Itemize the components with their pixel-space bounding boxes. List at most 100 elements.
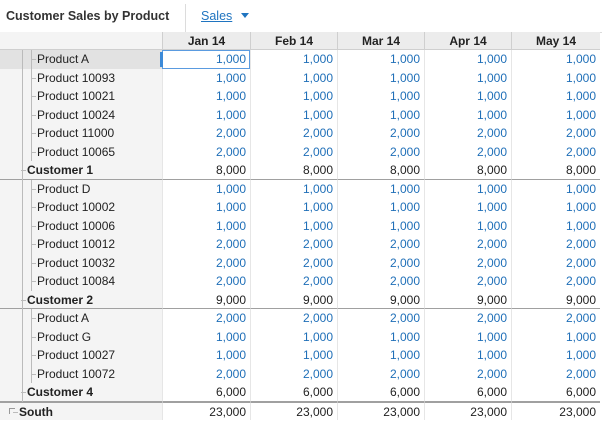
value-cell[interactable]: 1,000 bbox=[250, 87, 337, 106]
value-cell[interactable]: 2,000 bbox=[162, 235, 250, 254]
row-header[interactable]: Product 10006 bbox=[0, 216, 162, 235]
value-cell[interactable]: 2,000 bbox=[511, 309, 600, 328]
value-cell[interactable]: 2,000 bbox=[162, 272, 250, 291]
value-cell[interactable]: 1,000 bbox=[162, 198, 250, 217]
value-cell[interactable]: 1,000 bbox=[337, 105, 424, 124]
value-cell[interactable]: 2,000 bbox=[511, 235, 600, 254]
row-header[interactable]: Product 10012 bbox=[0, 235, 162, 254]
value-cell[interactable]: 1,000 bbox=[337, 179, 424, 198]
value-cell[interactable]: 2,000 bbox=[424, 124, 511, 143]
value-cell[interactable]: 2,000 bbox=[337, 253, 424, 272]
column-header[interactable]: Apr 14 bbox=[424, 32, 511, 50]
value-cell[interactable]: 2,000 bbox=[424, 235, 511, 254]
row-header[interactable]: Product D bbox=[0, 179, 162, 198]
value-cell[interactable]: 1,000 bbox=[250, 346, 337, 365]
value-cell[interactable]: 2,000 bbox=[337, 235, 424, 254]
value-cell[interactable]: 1,000 bbox=[337, 216, 424, 235]
value-cell[interactable]: 1,000 bbox=[424, 50, 511, 69]
value-cell[interactable]: 1,000 bbox=[511, 327, 600, 346]
row-header[interactable]: Product 10065 bbox=[0, 142, 162, 161]
value-cell[interactable]: 1,000 bbox=[511, 179, 600, 198]
column-header[interactable]: May 14 bbox=[511, 32, 600, 50]
value-cell[interactable]: 2,000 bbox=[337, 142, 424, 161]
row-header[interactable]: Product 10024 bbox=[0, 105, 162, 124]
value-cell[interactable]: 1,000 bbox=[511, 87, 600, 106]
row-header[interactable]: Product 10032 bbox=[0, 253, 162, 272]
value-cell[interactable]: 1,000 bbox=[162, 327, 250, 346]
value-cell[interactable]: 1,000 bbox=[162, 216, 250, 235]
value-cell[interactable]: 2,000 bbox=[250, 235, 337, 254]
value-cell[interactable]: 1,000 bbox=[337, 346, 424, 365]
value-cell[interactable]: 1,000 bbox=[162, 346, 250, 365]
value-cell[interactable]: 2,000 bbox=[337, 364, 424, 383]
value-cell[interactable]: 1,000 bbox=[250, 198, 337, 217]
value-cell[interactable]: 2,000 bbox=[511, 142, 600, 161]
row-header[interactable]: Product A bbox=[0, 50, 163, 69]
value-cell[interactable]: 1,000 bbox=[424, 105, 511, 124]
value-cell[interactable]: 1,000 bbox=[511, 216, 600, 235]
value-cell[interactable]: 2,000 bbox=[337, 272, 424, 291]
value-cell[interactable]: 1,000 bbox=[511, 198, 600, 217]
value-cell[interactable]: 1,000 bbox=[337, 327, 424, 346]
value-cell[interactable]: 1,000 bbox=[424, 87, 511, 106]
value-cell[interactable]: 1,000 bbox=[511, 50, 600, 69]
row-header[interactable]: Customer 2 bbox=[0, 290, 162, 309]
value-cell[interactable]: 2,000 bbox=[250, 142, 337, 161]
value-cell[interactable]: 2,000 bbox=[511, 364, 600, 383]
value-cell[interactable]: 2,000 bbox=[511, 124, 600, 143]
value-cell[interactable]: 2,000 bbox=[424, 364, 511, 383]
value-cell[interactable]: 1,000 bbox=[250, 179, 337, 198]
value-cell[interactable]: 2,000 bbox=[511, 253, 600, 272]
value-cell[interactable]: 1,000 bbox=[337, 68, 424, 87]
row-header[interactable]: Product 11000 bbox=[0, 124, 162, 143]
row-header[interactable]: Product 10072 bbox=[0, 364, 162, 383]
row-header[interactable]: Product 10021 bbox=[0, 87, 162, 106]
row-header[interactable]: Product 10084 bbox=[0, 272, 162, 291]
value-cell[interactable]: 2,000 bbox=[424, 309, 511, 328]
value-cell[interactable]: 1,000 bbox=[424, 179, 511, 198]
value-cell[interactable]: 2,000 bbox=[162, 253, 250, 272]
value-cell[interactable]: 2,000 bbox=[162, 124, 250, 143]
value-cell[interactable]: 2,000 bbox=[250, 364, 337, 383]
chevron-down-icon[interactable] bbox=[241, 13, 249, 18]
row-header[interactable]: South bbox=[0, 401, 162, 420]
value-cell[interactable]: 2,000 bbox=[162, 309, 250, 328]
value-cell[interactable]: 2,000 bbox=[250, 272, 337, 291]
value-cell[interactable]: 1,000 bbox=[162, 105, 250, 124]
value-cell[interactable]: 1,000 bbox=[424, 216, 511, 235]
value-cell[interactable]: 2,000 bbox=[337, 124, 424, 143]
value-cell[interactable]: 1,000 bbox=[250, 327, 337, 346]
value-cell[interactable]: 1,000 bbox=[337, 50, 424, 69]
value-cell[interactable]: 1,000 bbox=[511, 105, 600, 124]
value-cell[interactable]: 2,000 bbox=[511, 272, 600, 291]
value-cell[interactable]: 1,000 bbox=[250, 50, 337, 69]
row-header[interactable]: Customer 1 bbox=[0, 161, 162, 180]
value-cell[interactable]: 2,000 bbox=[337, 309, 424, 328]
value-cell[interactable]: 1,000 bbox=[424, 198, 511, 217]
value-cell[interactable]: 1,000 bbox=[162, 68, 250, 87]
value-cell[interactable]: 2,000 bbox=[250, 124, 337, 143]
value-cell[interactable]: 2,000 bbox=[162, 364, 250, 383]
value-cell[interactable]: 1,000 bbox=[424, 346, 511, 365]
value-cell[interactable]: 2,000 bbox=[250, 253, 337, 272]
row-header[interactable]: Product 10093 bbox=[0, 68, 162, 87]
value-cell[interactable]: 1,000 bbox=[337, 87, 424, 106]
value-cell[interactable]: 2,000 bbox=[424, 142, 511, 161]
value-cell[interactable]: 1,000 bbox=[511, 346, 600, 365]
value-cell[interactable]: 1,000 bbox=[162, 87, 250, 106]
value-cell[interactable]: 2,000 bbox=[424, 272, 511, 291]
measure-selector[interactable]: Sales bbox=[201, 9, 232, 23]
value-cell[interactable]: 1,000 bbox=[424, 327, 511, 346]
row-header[interactable]: Product 10027 bbox=[0, 346, 162, 365]
value-cell[interactable]: 1,000 bbox=[511, 68, 600, 87]
value-cell[interactable]: 1,000 bbox=[162, 179, 250, 198]
value-cell[interactable]: 1,000 bbox=[162, 50, 250, 69]
value-cell[interactable]: 1,000 bbox=[424, 68, 511, 87]
row-header[interactable]: Product G bbox=[0, 327, 162, 346]
row-header[interactable]: Product A bbox=[0, 309, 162, 328]
row-header[interactable]: Product 10002 bbox=[0, 198, 162, 217]
value-cell[interactable]: 1,000 bbox=[337, 198, 424, 217]
column-header[interactable]: Feb 14 bbox=[250, 32, 337, 50]
value-cell[interactable]: 2,000 bbox=[424, 253, 511, 272]
value-cell[interactable]: 2,000 bbox=[162, 142, 250, 161]
